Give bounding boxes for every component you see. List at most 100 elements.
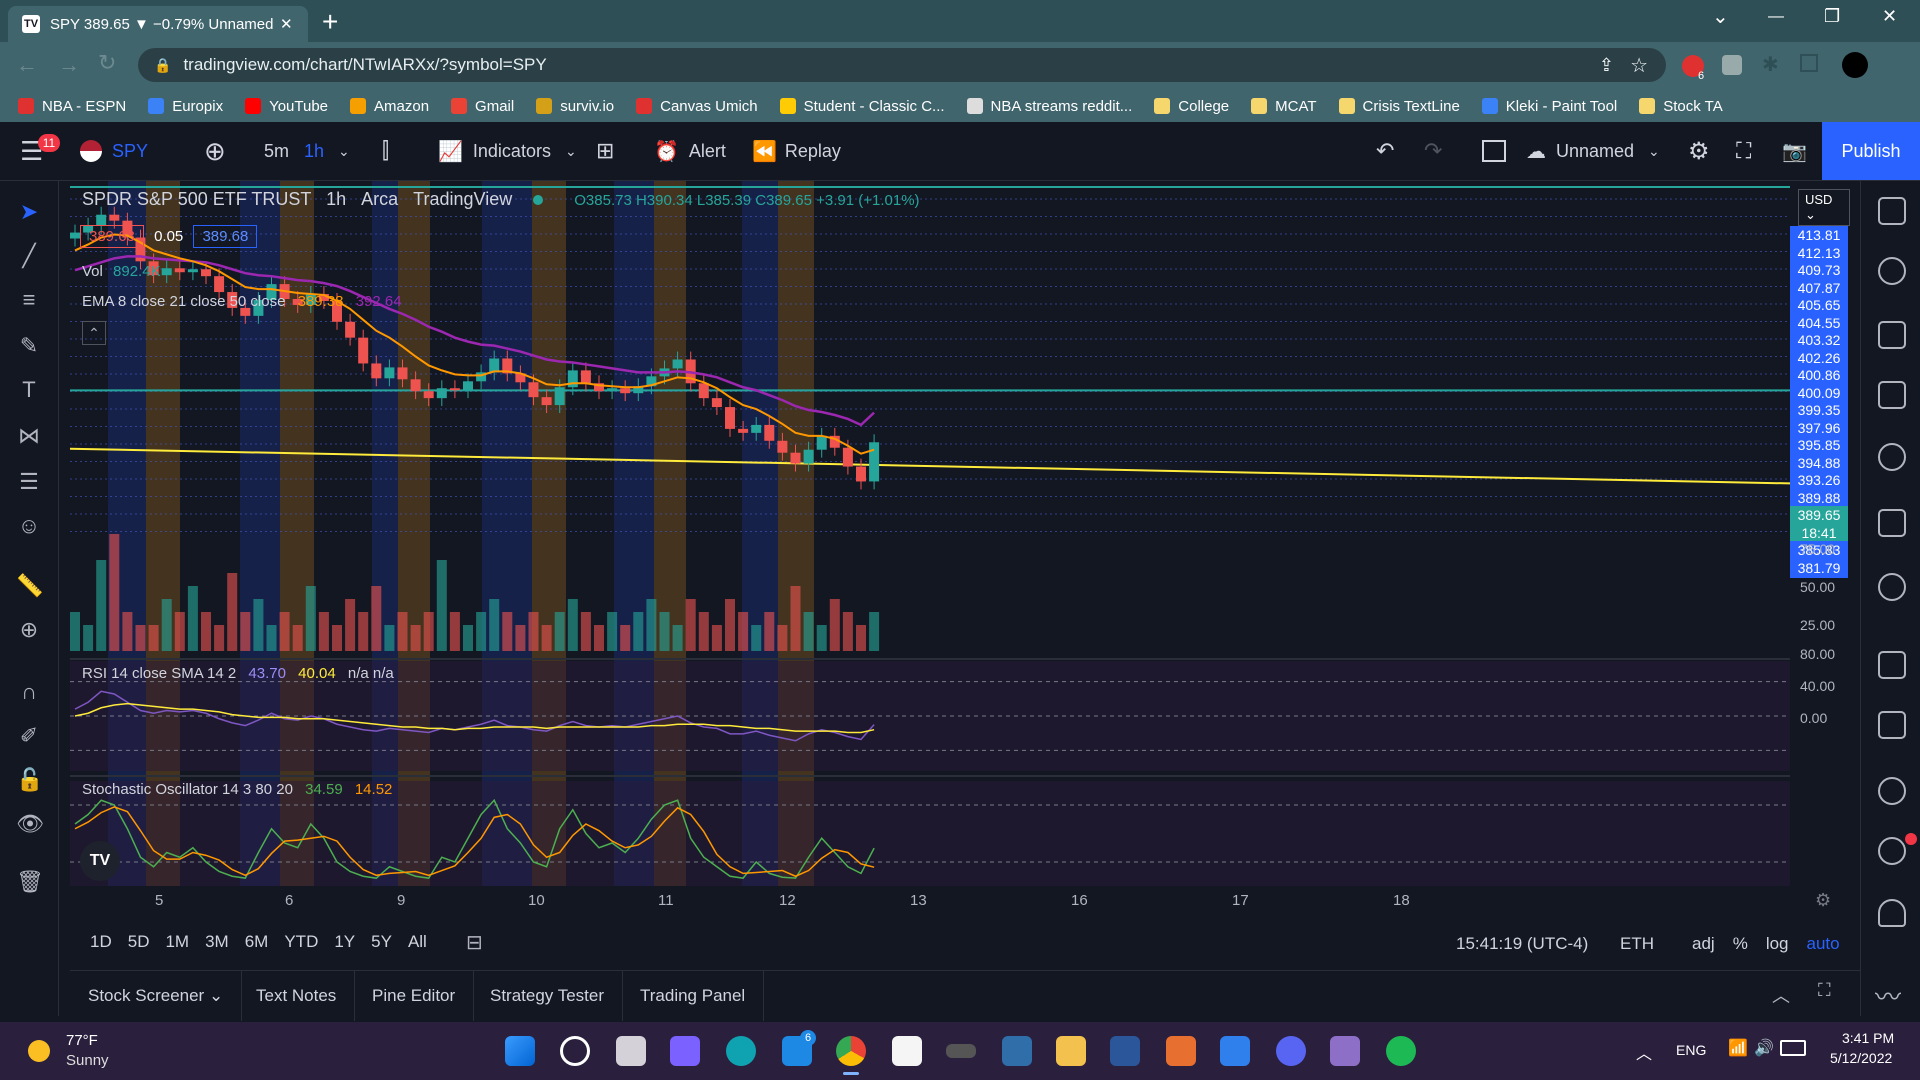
- streams-icon[interactable]: [1878, 777, 1906, 805]
- word-icon[interactable]: [1110, 1036, 1140, 1066]
- range-button[interactable]: 6M: [245, 932, 269, 952]
- price-axis[interactable]: USD ⌄ 413.81 412.13 409.73 407.87 405.65 404.…: [1790, 181, 1850, 886]
- alerts-clock-icon[interactable]: [1878, 257, 1906, 285]
- range-button[interactable]: 3M: [205, 932, 229, 952]
- chats-icon[interactable]: [1878, 651, 1906, 679]
- edge-icon[interactable]: [726, 1036, 756, 1066]
- panel-tab[interactable]: Stock Screener ⌄: [70, 971, 243, 1021]
- ideas-lightbulb-icon[interactable]: [1878, 573, 1906, 601]
- eye-icon[interactable]: 👁: [16, 811, 44, 837]
- browser-tab[interactable]: TV SPY 389.65 ▼ −0.79% Unnamed ✕: [8, 6, 308, 42]
- close-window-button[interactable]: ✕: [1882, 6, 1897, 27]
- maximize-panel-icon[interactable]: ⛶: [1818, 980, 1831, 1001]
- symbol-label[interactable]: SPY: [112, 141, 148, 162]
- panel-tab[interactable]: Pine Editor: [354, 971, 475, 1021]
- app-gray-icon[interactable]: [946, 1044, 976, 1058]
- scale-option-button[interactable]: auto: [1807, 934, 1840, 954]
- interval-5m[interactable]: 5m: [264, 122, 289, 180]
- extension-icon[interactable]: [1722, 55, 1742, 75]
- weather-sun-icon[interactable]: [28, 1040, 50, 1062]
- cursor-icon[interactable]: ➤: [16, 199, 42, 225]
- templates-icon[interactable]: ⊞: [596, 122, 614, 180]
- bookmark-item[interactable]: Kleki - Paint Tool: [1481, 98, 1617, 115]
- range-button[interactable]: 1D: [90, 932, 112, 952]
- lock-icon[interactable]: 🔓: [16, 767, 43, 793]
- chart-type-icon[interactable]: ⫿: [382, 122, 389, 180]
- teams-chat-icon[interactable]: [670, 1036, 700, 1066]
- range-button[interactable]: 1M: [165, 932, 189, 952]
- bookmark-item[interactable]: surviv.io: [536, 98, 614, 115]
- panel-tab[interactable]: Strategy Tester: [472, 971, 624, 1021]
- bookmark-item[interactable]: Crisis TextLine: [1338, 98, 1460, 115]
- panel-tab[interactable]: Text Notes: [238, 971, 356, 1021]
- chart-pane[interactable]: SPDR S&P 500 ETF TRUST 1h Arca TradingVi…: [70, 181, 1790, 886]
- back-icon[interactable]: ←: [16, 52, 38, 78]
- collapse-legend-icon[interactable]: ⌃: [82, 321, 106, 345]
- start-windows-icon[interactable]: [505, 1036, 535, 1066]
- calendar-icon[interactable]: [1878, 509, 1906, 537]
- range-button[interactable]: 5Y: [371, 932, 392, 952]
- indicators-button[interactable]: 📈 Indicators ⌄: [438, 122, 577, 180]
- notifications-bell-icon[interactable]: [1878, 899, 1906, 927]
- bookmark-item[interactable]: Student - Classic C...: [779, 98, 945, 115]
- session-toggle[interactable]: ETH: [1620, 934, 1654, 954]
- file-explorer-icon[interactable]: [1056, 1036, 1086, 1066]
- undo-icon[interactable]: ↶: [1376, 122, 1394, 180]
- broadcast-icon[interactable]: [1878, 837, 1906, 865]
- bolt-app-icon[interactable]: [1220, 1036, 1250, 1066]
- bookmark-item[interactable]: NBA - ESPN: [18, 98, 126, 115]
- battery-icon[interactable]: [1780, 1040, 1806, 1056]
- tray-overflow-icon[interactable]: ︿: [1636, 1040, 1652, 1064]
- new-tab-button[interactable]: +: [322, 6, 338, 38]
- lock-drawings-icon[interactable]: ✐: [16, 723, 42, 749]
- scale-option-button[interactable]: adj: [1692, 934, 1715, 954]
- trash-icon[interactable]: 🗑: [16, 869, 44, 895]
- buy-price[interactable]: 389.68: [193, 225, 258, 248]
- hotlist-icon[interactable]: [1878, 381, 1906, 409]
- redo-icon[interactable]: ↷: [1424, 122, 1442, 180]
- task-view-icon[interactable]: [616, 1036, 646, 1066]
- interval-dropdown-icon[interactable]: ⌄: [338, 122, 350, 180]
- range-button[interactable]: 5D: [128, 932, 150, 952]
- prediction-icon[interactable]: ☰: [16, 469, 42, 495]
- emoji-icon[interactable]: ☺: [16, 513, 42, 539]
- symbol-title[interactable]: SPDR S&P 500 ETF TRUST: [82, 189, 311, 209]
- alert-button[interactable]: ⏰ Alert: [654, 122, 726, 180]
- fullscreen-icon[interactable]: ⛶: [1736, 122, 1751, 180]
- tradingview-logo[interactable]: TV: [80, 841, 120, 881]
- sell-price[interactable]: 389.63: [80, 225, 144, 248]
- symbol-search[interactable]: SPY: [80, 122, 148, 180]
- settings-gear-icon[interactable]: ⚙: [1688, 122, 1710, 180]
- language-indicator[interactable]: ENG: [1676, 1042, 1706, 1058]
- panel-tab[interactable]: Trading Panel: [622, 971, 765, 1021]
- text-tool-icon[interactable]: T: [16, 377, 42, 403]
- tab-search-icon[interactable]: ⌄: [1712, 4, 1729, 29]
- save-layout-button[interactable]: ☁ Unnamed ⌄: [1526, 122, 1660, 180]
- weather-temp[interactable]: 77°F: [66, 1032, 98, 1049]
- spotify-icon[interactable]: [1386, 1036, 1416, 1066]
- omnibox[interactable]: 🔒 tradingview.com/chart/NTwIARXx/?symbol…: [138, 48, 1666, 82]
- search-icon[interactable]: [560, 1036, 590, 1066]
- bookmark-item[interactable]: Canvas Umich: [636, 98, 758, 115]
- publish-button[interactable]: Publish: [1822, 122, 1920, 180]
- clock-date[interactable]: 5/12/2022: [1830, 1050, 1892, 1066]
- bookmark-star-icon[interactable]: ☆: [1630, 53, 1648, 78]
- reload-icon[interactable]: ↻: [98, 50, 116, 76]
- bookmark-item[interactable]: Amazon: [350, 98, 429, 115]
- range-button[interactable]: 1Y: [334, 932, 355, 952]
- minimize-button[interactable]: —: [1768, 8, 1784, 26]
- fib-retracement-icon[interactable]: ≡: [16, 287, 42, 313]
- collapse-panel-icon[interactable]: ︿: [1772, 982, 1790, 1008]
- ruler-icon[interactable]: 📏: [16, 573, 43, 599]
- bookmark-item[interactable]: Gmail: [451, 98, 514, 115]
- profile-avatar[interactable]: [1842, 52, 1868, 78]
- sidepanel-icon[interactable]: [1800, 54, 1818, 72]
- scale-option-button[interactable]: log: [1766, 934, 1789, 954]
- compare-add-icon[interactable]: ⊕: [204, 122, 226, 180]
- chrome-icon[interactable]: [836, 1036, 866, 1066]
- scale-option-button[interactable]: %: [1733, 934, 1748, 954]
- bookmark-item[interactable]: MCAT: [1251, 98, 1317, 115]
- pulse-icon[interactable]: 〰: [1875, 977, 1901, 1014]
- url-text[interactable]: tradingview.com/chart/NTwIARXx/?symbol=S…: [183, 55, 546, 75]
- tab-close-icon[interactable]: ✕: [280, 15, 293, 33]
